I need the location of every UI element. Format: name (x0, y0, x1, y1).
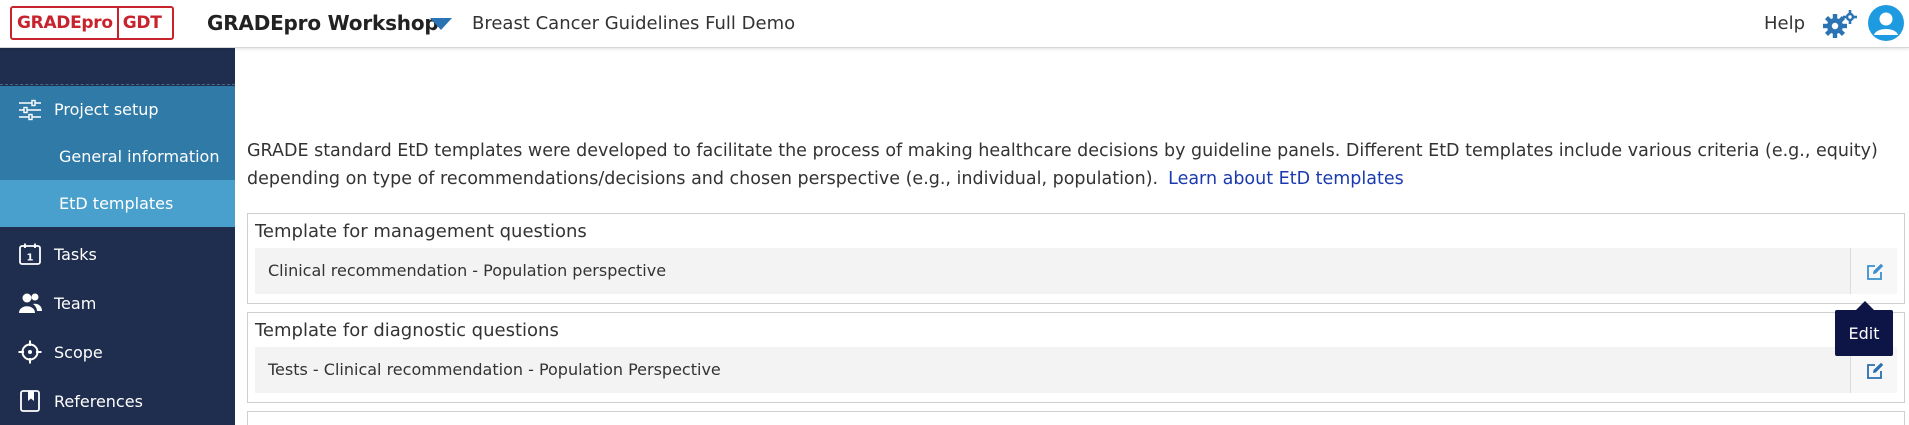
people-icon (19, 293, 42, 313)
sidebar-item-etd-templates[interactable]: EtD templates (0, 180, 235, 227)
sidebar-item-references[interactable]: References (0, 377, 235, 425)
help-link[interactable]: Help (1764, 13, 1805, 34)
template-card-next (247, 411, 1905, 425)
sidebar-divider (0, 84, 235, 85)
sidebar-item-label: Scope (54, 343, 103, 362)
learn-etd-templates-link[interactable]: Learn about EtD templates (1168, 169, 1404, 189)
sidebar-item-label: General information (59, 147, 220, 166)
sidebar-item-project-setup[interactable]: Project setup (0, 86, 235, 133)
sidebar-item-label: Tasks (54, 245, 97, 264)
gradepro-logo[interactable]: GRADEpro GDT (10, 6, 174, 40)
caret-down-icon[interactable] (430, 18, 452, 30)
sidebar-item-label: References (54, 392, 143, 411)
template-name: Clinical recommendation - Population per… (268, 261, 667, 280)
crosshair-icon (18, 340, 42, 364)
sliders-icon (19, 99, 41, 121)
sidebar-item-label: Team (54, 294, 97, 313)
template-name: Tests - Clinical recommendation - Popula… (268, 360, 721, 379)
gear-icon[interactable] (1822, 10, 1858, 38)
edit-tooltip: Edit (1835, 310, 1893, 356)
edit-icon (1867, 362, 1884, 379)
edit-icon (1867, 263, 1884, 280)
project-name[interactable]: Breast Cancer Guidelines Full Demo (472, 13, 795, 34)
sidebar-item-label: Project setup (54, 100, 159, 119)
template-card-management: Template for management questions Clinic… (247, 213, 1905, 304)
top-header: GRADEpro GDT GRADEpro Workshop Breast Ca… (0, 0, 1909, 48)
intro-text: GRADE standard EtD templates were develo… (247, 141, 1878, 189)
template-title: Template for diagnostic questions (255, 320, 559, 341)
sidebar-item-label: EtD templates (59, 194, 174, 213)
sidebar-item-tasks[interactable]: 1 Tasks (0, 230, 235, 279)
logo-text-right: GDT (122, 13, 162, 33)
template-row[interactable]: Clinical recommendation - Population per… (255, 248, 1897, 294)
sidebar-item-team[interactable]: Team (0, 279, 235, 328)
template-title: Template for management questions (255, 221, 587, 242)
calendar-icon: 1 (19, 243, 41, 265)
svg-text:1: 1 (27, 253, 34, 264)
bookmark-icon (20, 390, 40, 412)
edit-button[interactable] (1850, 248, 1897, 294)
user-avatar-icon[interactable] (1868, 5, 1904, 41)
sidebar: Project setup General information EtD te… (0, 48, 235, 425)
logo-text-left: GRADEpro (17, 13, 113, 33)
template-row[interactable]: Tests - Clinical recommendation - Popula… (255, 347, 1897, 393)
sidebar-item-general-information[interactable]: General information (0, 133, 235, 180)
workshop-title: GRADEpro Workshop (207, 11, 439, 35)
tooltip-arrow (1856, 301, 1874, 310)
etd-intro-paragraph: GRADE standard EtD templates were develo… (247, 137, 1897, 193)
template-card-diagnostic: Template for diagnostic questions Tests … (247, 312, 1905, 403)
sidebar-item-scope[interactable]: Scope (0, 328, 235, 377)
